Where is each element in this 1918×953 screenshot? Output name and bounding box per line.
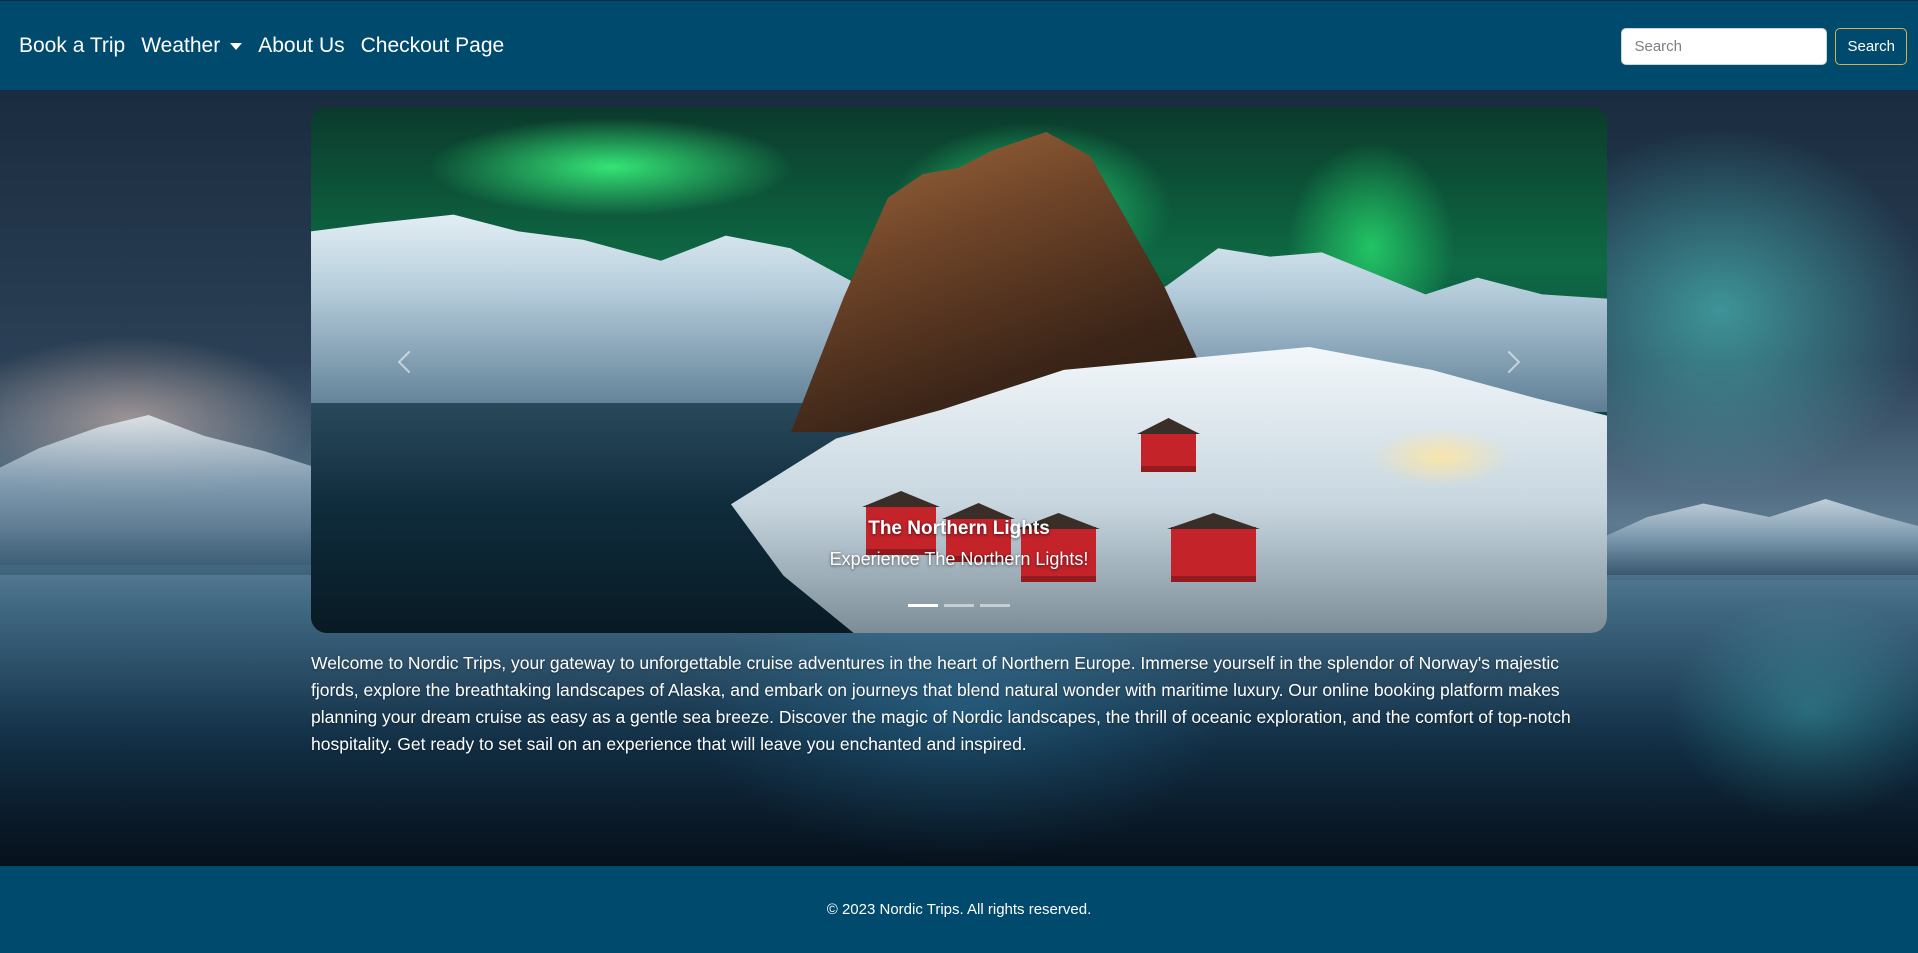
nav-link-about-us[interactable]: About Us (258, 34, 344, 58)
slide-image-red-cabin (1141, 432, 1196, 472)
navbar: Book a Trip Weather About Us Checkout Pa… (0, 0, 1918, 90)
nav-links: Book a Trip Weather About Us Checkout Pa… (19, 1, 520, 91)
carousel-caption: The Northern Lights Experience The North… (311, 518, 1607, 570)
search-form: Search (1621, 28, 1907, 65)
nav-link-weather-label: Weather (141, 34, 221, 57)
chevron-left-icon (397, 350, 421, 374)
nav-link-book-a-trip[interactable]: Book a Trip (19, 34, 125, 58)
carousel-indicator-2[interactable] (944, 604, 974, 607)
carousel-indicators (311, 604, 1607, 607)
nav-link-weather-dropdown[interactable]: Weather (141, 34, 243, 58)
background-mountain-right (1588, 499, 1918, 580)
intro-paragraph: Welcome to Nordic Trips, your gateway to… (311, 653, 1571, 754)
footer: © 2023 Nordic Trips. All rights reserved… (0, 866, 1918, 953)
background-mountain-left (0, 415, 330, 565)
carousel-caption-title: The Northern Lights (868, 518, 1050, 539)
search-input[interactable] (1621, 28, 1828, 65)
carousel-prev-button[interactable] (384, 337, 434, 387)
nav-link-checkout-page[interactable]: Checkout Page (361, 34, 505, 58)
footer-copyright: © 2023 Nordic Trips. All rights reserved… (826, 901, 1092, 918)
search-button[interactable]: Search (1835, 28, 1907, 65)
carousel-indicator-3[interactable] (980, 604, 1010, 607)
carousel-indicator-1[interactable] (908, 604, 938, 607)
carousel-next-button[interactable] (1484, 337, 1534, 387)
slide-image-village-lights (1371, 427, 1511, 487)
chevron-right-icon (1497, 350, 1521, 374)
carousel-caption-text: Experience The Northern Lights! (829, 549, 1089, 569)
caret-down-icon (230, 42, 243, 50)
image-carousel: The Northern Lights Experience The North… (311, 107, 1607, 633)
